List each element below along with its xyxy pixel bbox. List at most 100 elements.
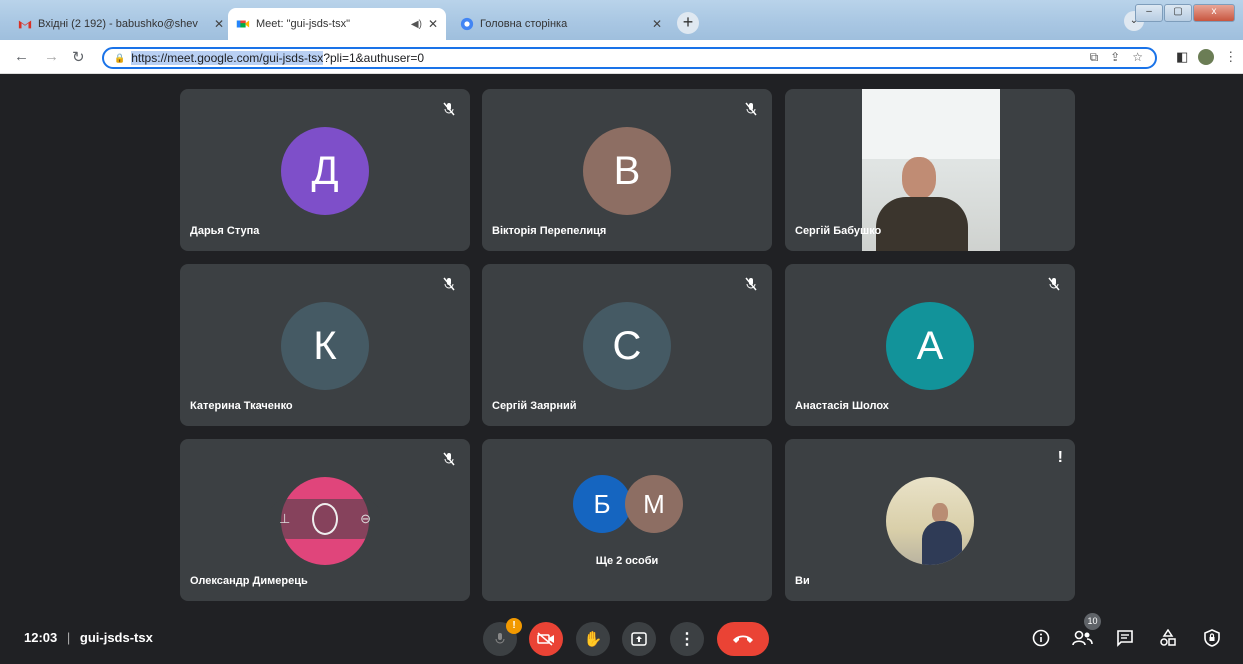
meeting-time: 12:03 <box>24 630 58 645</box>
mic-off-icon <box>443 277 455 291</box>
self-video <box>886 477 974 565</box>
hover-controls: ⊥ ⊖ <box>268 499 382 539</box>
person-head <box>932 503 948 523</box>
meet-icon <box>236 20 250 28</box>
participant-tile[interactable]: ⊥ ⊖ Олександр Димерець <box>180 439 470 601</box>
person-body <box>876 197 968 251</box>
avatar: Д <box>281 127 369 215</box>
reload-icon[interactable]: ↻ <box>72 48 85 66</box>
participant-tile[interactable]: Сергій Бабушко <box>785 89 1075 251</box>
tab-title: Meet: "gui-jsds-tsx" <box>256 18 350 30</box>
more-participants-tile[interactable]: Б М Ще 2 особи <box>482 439 772 601</box>
info-icon <box>1032 629 1050 647</box>
tab-title: Головна сторінка <box>480 18 568 30</box>
activities-shapes-icon <box>1160 629 1176 646</box>
address-bar[interactable]: 🔒 https://meet.google.com/gui-jsds-tsx?p… <box>102 47 1157 69</box>
browser-tab-bar: Вхідні (2 192) - babushko@shev ✕ Meet: "… <box>0 0 1243 40</box>
close-tab-icon[interactable]: ✕ <box>428 17 438 31</box>
alert-icon[interactable]: ! <box>1058 449 1063 467</box>
tab-home[interactable]: Головна сторінка ✕ <box>452 8 670 40</box>
kebab-menu-icon[interactable]: ⋮ <box>1224 49 1237 65</box>
mute-mic-icon[interactable] <box>312 503 339 535</box>
mic-off-icon <box>443 102 455 116</box>
gmail-icon <box>18 20 32 29</box>
participant-name: Дарья Ступа <box>190 225 260 237</box>
profile-avatar-icon[interactable] <box>1198 49 1215 65</box>
remove-icon[interactable]: ⊖ <box>360 511 371 527</box>
mic-off-icon <box>495 633 505 644</box>
more-participants-label: Ще 2 особи <box>595 555 659 567</box>
more-options-button[interactable]: ⋮ <box>670 622 704 656</box>
self-tile[interactable]: ! Ви <box>785 439 1075 601</box>
camera-video <box>862 89 1000 251</box>
participant-tile[interactable]: В Вікторія Перепелиця <box>482 89 772 251</box>
tab-gmail[interactable]: Вхідні (2 192) - babushko@shev ✕ <box>10 8 232 40</box>
close-tab-icon[interactable]: ✕ <box>214 17 224 31</box>
chrome-icon <box>460 17 474 31</box>
mic-off-icon <box>1048 277 1060 291</box>
people-icon <box>1072 630 1093 646</box>
participant-name: Анастасія Шолох <box>795 400 889 412</box>
close-tab-icon[interactable]: ✕ <box>652 17 662 31</box>
participant-tile[interactable]: К Катерина Ткаченко <box>180 264 470 426</box>
mic-off-icon <box>745 102 757 116</box>
present-icon <box>631 632 647 646</box>
camera-off-icon <box>537 632 554 646</box>
window-controls: – ▢ x <box>1134 4 1235 22</box>
participant-tile[interactable]: С Сергій Заярний <box>482 264 772 426</box>
chat-button[interactable] <box>1114 627 1136 649</box>
people-button[interactable] <box>1071 627 1093 649</box>
star-bookmark-icon[interactable]: ☆ <box>1132 50 1143 65</box>
participant-name: Вікторія Перепелиця <box>492 225 607 237</box>
hand-icon: ✋ <box>583 631 603 648</box>
speaker-icon[interactable]: ◀) <box>411 19 422 30</box>
meeting-code: gui-jsds-tsx <box>79 630 153 645</box>
avatar: Б <box>573 475 631 533</box>
avatar: С <box>583 302 671 390</box>
close-window-button[interactable]: x <box>1193 4 1235 22</box>
chat-icon <box>1117 630 1133 647</box>
tab-title: Вхідні (2 192) - babushko@shev <box>38 18 198 30</box>
participant-name: Сергій Заярний <box>492 400 577 412</box>
maximize-button[interactable]: ▢ <box>1164 4 1192 22</box>
person-body <box>922 521 962 565</box>
host-controls-button[interactable] <box>1201 627 1223 649</box>
avatar: А <box>886 302 974 390</box>
participant-name: Сергій Бабушко <box>795 225 882 237</box>
participant-name: Ви <box>795 575 810 587</box>
person-head <box>902 157 936 199</box>
tab-meet[interactable]: Meet: "gui-jsds-tsx" ◀) ✕ <box>228 8 446 40</box>
forward-arrow-icon[interactable]: → <box>44 48 59 65</box>
avatar: В <box>583 127 671 215</box>
activities-button[interactable] <box>1157 627 1179 649</box>
separator: | <box>66 630 71 645</box>
shield-lock-icon <box>1204 629 1220 647</box>
back-arrow-icon[interactable]: ← <box>14 48 29 65</box>
mic-off-icon <box>443 452 455 466</box>
pin-icon[interactable]: ⊥ <box>279 511 290 527</box>
meeting-time-and-code: 12:03 | gui-jsds-tsx <box>24 630 153 645</box>
avatar: К <box>281 302 369 390</box>
raise-hand-button[interactable]: ✋ <box>576 622 610 656</box>
camera-button[interactable] <box>529 622 563 656</box>
translate-icon[interactable]: ⧉ <box>1090 50 1099 65</box>
hang-up-icon <box>733 635 753 643</box>
url-text[interactable]: https://meet.google.com/gui-jsds-tsx?pli… <box>131 51 424 65</box>
participant-tile[interactable]: Д Дарья Ступа <box>180 89 470 251</box>
mic-off-icon <box>745 277 757 291</box>
lock-icon[interactable]: 🔒 <box>114 53 125 64</box>
participant-tile[interactable]: А Анастасія Шолох <box>785 264 1075 426</box>
participant-count-badge: 10 <box>1084 613 1101 630</box>
omnibox-actions: ⧉ ⇪ ☆ <box>1090 50 1143 65</box>
minimize-button[interactable]: – <box>1135 4 1163 22</box>
new-tab-button[interactable]: + <box>677 12 699 34</box>
mic-warning-badge: ! <box>506 618 522 634</box>
meeting-details-button[interactable] <box>1030 627 1052 649</box>
avatar: М <box>625 475 683 533</box>
present-screen-button[interactable] <box>622 622 656 656</box>
leave-call-button[interactable] <box>717 622 769 656</box>
more-vertical-icon: ⋮ <box>679 631 695 648</box>
whiteboard-bg <box>862 89 1000 159</box>
side-panel-icon[interactable]: ◧ <box>1176 49 1188 65</box>
share-icon[interactable]: ⇪ <box>1110 50 1120 65</box>
